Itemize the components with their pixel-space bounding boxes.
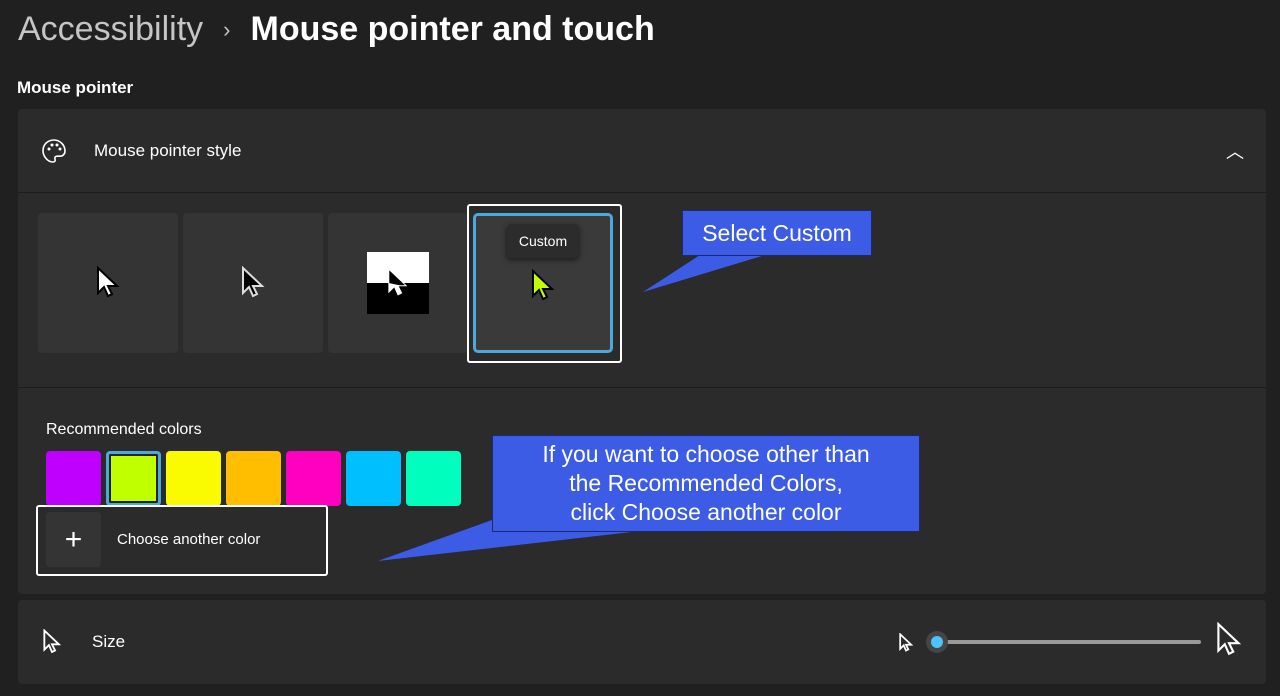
- callout-line: the Recommended Colors,: [569, 470, 843, 496]
- callout-choose-other: If you want to choose other than the Rec…: [492, 435, 920, 532]
- callout-line: If you want to choose other than: [542, 441, 870, 467]
- callout-line: click Choose another color: [570, 499, 842, 525]
- callout-tails: [378, 255, 765, 561]
- callout-select-custom: Select Custom: [682, 210, 872, 256]
